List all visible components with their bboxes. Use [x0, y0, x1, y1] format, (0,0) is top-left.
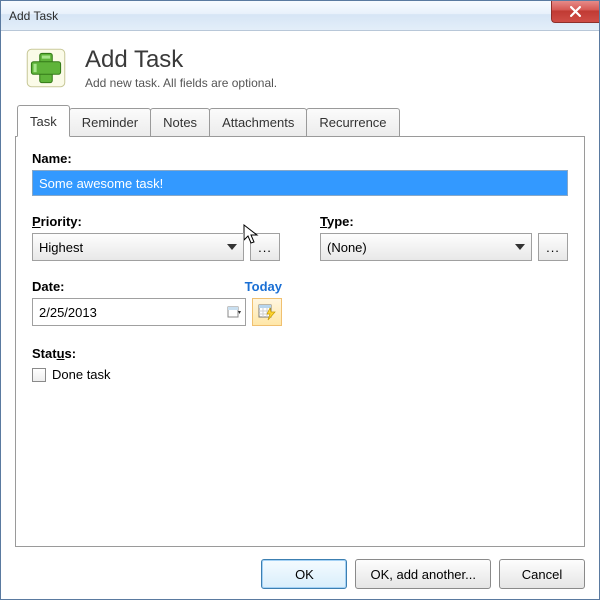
titlebar: Add Task [1, 1, 599, 31]
window-title: Add Task [9, 9, 58, 23]
name-label: Name: [32, 151, 568, 166]
status-label: Status: [32, 346, 568, 361]
dialog-content: Add Task Add new task. All fields are op… [1, 31, 599, 599]
dialog-buttons: OK OK, add another... Cancel [15, 547, 585, 589]
priority-value: Highest [39, 240, 83, 255]
ok-add-another-button[interactable]: OK, add another... [355, 559, 491, 589]
tab-recurrence[interactable]: Recurrence [306, 108, 399, 136]
ok-button[interactable]: OK [261, 559, 347, 589]
type-more-button[interactable]: ... [538, 233, 568, 261]
chevron-down-icon [515, 244, 525, 250]
tab-bar: Task Reminder Notes Attachments Recurren… [15, 105, 585, 136]
tab-notes[interactable]: Notes [150, 108, 210, 136]
calendar-button[interactable] [252, 298, 282, 326]
done-checkbox[interactable] [32, 368, 46, 382]
tab-reminder[interactable]: Reminder [69, 108, 151, 136]
dialog-title: Add Task [85, 46, 277, 74]
dialog-subtitle: Add new task. All fields are optional. [85, 76, 277, 90]
tab-attachments[interactable]: Attachments [209, 108, 307, 136]
type-value: (None) [327, 240, 367, 255]
today-link[interactable]: Today [245, 279, 282, 294]
close-icon [570, 6, 581, 17]
tab-task[interactable]: Task [17, 105, 70, 137]
chevron-down-icon [227, 244, 237, 250]
priority-more-button[interactable]: ... [250, 233, 280, 261]
priority-select[interactable]: Highest [32, 233, 244, 261]
add-task-icon [21, 43, 71, 93]
date-value: 2/25/2013 [39, 305, 97, 320]
type-select[interactable]: (None) [320, 233, 532, 261]
date-input[interactable]: 2/25/2013 [32, 298, 246, 326]
priority-label: Priority: [32, 214, 280, 229]
name-input[interactable] [32, 170, 568, 196]
type-label: Type: [320, 214, 568, 229]
add-task-dialog: Add Task Add Task Add new task. All fiel… [0, 0, 600, 600]
cancel-button[interactable]: Cancel [499, 559, 585, 589]
close-button[interactable] [551, 1, 599, 23]
calendar-dropdown-icon[interactable] [227, 305, 241, 319]
date-label: Date: [32, 279, 65, 294]
done-label: Done task [52, 367, 111, 382]
calendar-lightning-icon [258, 303, 276, 321]
dialog-header: Add Task Add new task. All fields are op… [15, 43, 585, 93]
tab-panel-task: Name: Priority: Highest ... [15, 136, 585, 547]
